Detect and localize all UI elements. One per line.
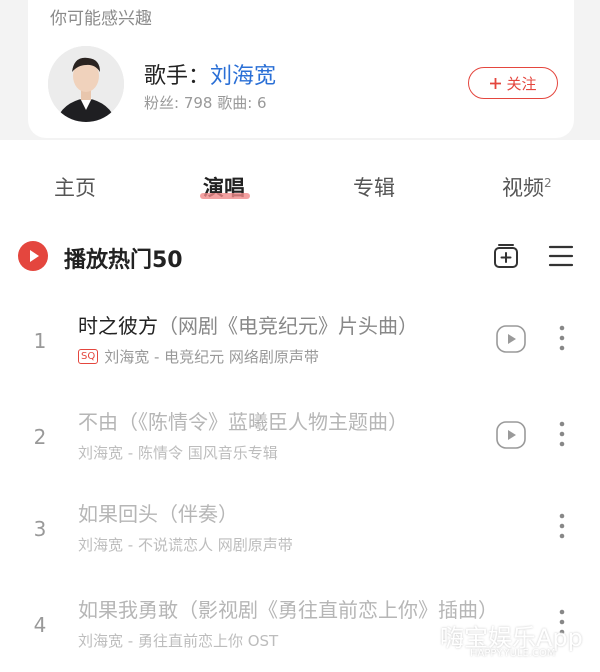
active-tab-indicator xyxy=(200,193,250,199)
song-number: 3 xyxy=(33,517,47,541)
song-row[interactable]: 3 如果回头（伴奏） 刘海宽 - 不说谎恋人 网剧原声带 xyxy=(0,484,600,574)
recommend-heading: 你可能感兴趣 xyxy=(50,9,152,29)
play-all-icon[interactable] xyxy=(18,241,48,271)
song-title-main: 如果我勇敢 xyxy=(78,598,178,622)
song-number: 4 xyxy=(33,613,47,637)
song-title-main: 如果回头 xyxy=(78,502,158,526)
song-artist-album: 刘海宽 - 电竞纪元 网络剧原声带 xyxy=(104,348,319,366)
song-number: 1 xyxy=(33,329,47,353)
tab-bar: 主页 演唱 专辑 视频2 xyxy=(0,172,600,206)
song-title: 如果回头（伴奏） xyxy=(78,498,238,527)
song-title-sub: （伴奏） xyxy=(158,502,238,526)
song-row[interactable]: 2 不由（《陈情令》蓝曦臣人物主题曲） 刘海宽 - 陈情令 国风音乐专辑 xyxy=(0,392,600,482)
follow-label: 关注 xyxy=(506,74,537,93)
artist-prefix: 歌手： xyxy=(144,64,211,89)
recommend-card: 你可能感兴趣 歌手：刘海宽 粉丝: 798 歌曲: 6 关注 xyxy=(28,0,574,138)
song-title: 时之彼方（网剧《电竞纪元》片头曲） xyxy=(78,310,418,339)
mv-play-icon[interactable] xyxy=(496,325,526,353)
sq-badge: SQ xyxy=(78,349,99,364)
follow-button[interactable]: 关注 xyxy=(468,67,558,99)
artist-stats: 粉丝: 798 歌曲: 6 xyxy=(144,94,267,112)
watermark-subtext: HAPPY.YULE.COM xyxy=(470,648,556,659)
tab-home[interactable]: 主页 xyxy=(54,172,96,202)
artist-avatar[interactable] xyxy=(48,46,124,122)
artist-name-link[interactable]: 刘海宽 xyxy=(210,64,276,89)
song-artist-album: 刘海宽 - 勇往直前恋上你 OST xyxy=(78,632,279,650)
song-row[interactable]: 1 时之彼方（网剧《电竞纪元》片头曲） SQ 刘海宽 - 电竞纪元 网络剧原声带 xyxy=(0,296,600,386)
song-title-main: 不由 xyxy=(78,410,118,434)
tab-home-label: 主页 xyxy=(54,176,96,200)
song-meta: SQ 刘海宽 - 电竞纪元 网络剧原声带 xyxy=(78,346,319,367)
song-meta: 刘海宽 - 陈情令 国风音乐专辑 xyxy=(78,442,278,463)
tab-videos[interactable]: 视频2 xyxy=(502,172,552,202)
artist-line: 歌手：刘海宽 xyxy=(144,58,276,90)
tab-videos-label: 视频 xyxy=(502,176,544,200)
song-number: 2 xyxy=(33,425,47,449)
song-title: 不由（《陈情令》蓝曦臣人物主题曲） xyxy=(78,406,408,435)
more-options-icon[interactable] xyxy=(554,322,570,354)
song-title: 如果我勇敢（影视剧《勇往直前恋上你》插曲） xyxy=(78,594,498,623)
hot-section-header: 播放热门50 xyxy=(18,240,582,274)
more-options-icon[interactable] xyxy=(554,418,570,450)
list-menu-icon[interactable] xyxy=(548,244,574,268)
song-title-sub: （《陈情令》蓝曦臣人物主题曲） xyxy=(118,410,408,434)
add-to-playlist-icon[interactable] xyxy=(492,242,520,270)
tab-albums-label: 专辑 xyxy=(353,176,395,200)
song-title-sub: （网剧《电竞纪元》片头曲） xyxy=(158,314,418,338)
more-options-icon[interactable] xyxy=(554,510,570,542)
song-artist-album: 刘海宽 - 陈情令 国风音乐专辑 xyxy=(78,444,278,462)
song-title-main: 时之彼方 xyxy=(78,314,158,338)
plus-icon xyxy=(490,77,502,89)
song-artist-album: 刘海宽 - 不说谎恋人 网剧原声带 xyxy=(78,536,293,554)
song-meta: 刘海宽 - 不说谎恋人 网剧原声带 xyxy=(78,534,293,555)
song-meta: 刘海宽 - 勇往直前恋上你 OST xyxy=(78,630,278,651)
tab-videos-badge: 2 xyxy=(544,176,552,190)
section-title[interactable]: 播放热门50 xyxy=(64,242,183,274)
mv-play-icon[interactable] xyxy=(496,421,526,449)
tab-albums[interactable]: 专辑 xyxy=(353,172,395,202)
